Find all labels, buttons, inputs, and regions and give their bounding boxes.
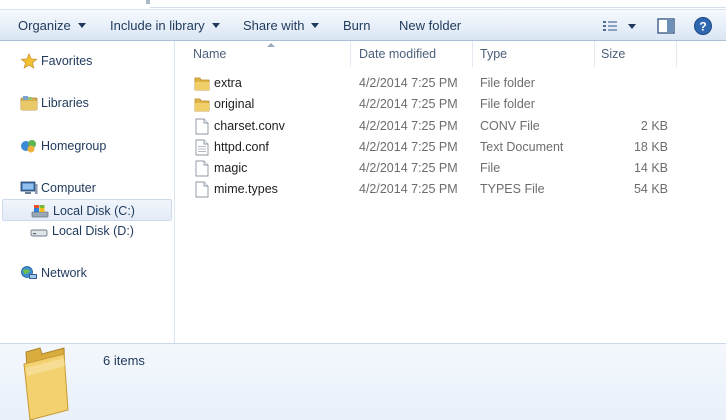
file-type: File (480, 161, 501, 175)
sort-ascending-icon (267, 43, 275, 47)
file-size: 54 KB (633, 182, 668, 196)
file-type: File folder (480, 76, 535, 90)
folder-icon (194, 77, 210, 91)
file-name: charset.conv (214, 119, 285, 133)
window-top-strip (0, 0, 726, 9)
document-icon (195, 160, 209, 177)
nav-local-disk-c-label: Local Disk (C:) (53, 204, 135, 218)
star-icon (20, 53, 38, 69)
column-divider[interactable] (472, 41, 473, 67)
chevron-down-icon (211, 23, 220, 29)
chevron-down-icon (77, 23, 86, 29)
folder-icon (194, 98, 210, 112)
organize-button[interactable]: Organize (18, 10, 86, 41)
file-date-modified: 4/2/2014 7:25 PM (359, 76, 458, 90)
large-folder-icon (23, 347, 69, 420)
window-top-edge (150, 0, 726, 8)
view-list-icon (603, 21, 636, 31)
column-header-type[interactable]: Type (480, 41, 507, 67)
file-type: CONV File (480, 119, 540, 133)
file-date-modified: 4/2/2014 7:25 PM (359, 119, 458, 133)
file-row-extra[interactable]: extra 4/2/2014 7:25 PM File folder (176, 73, 726, 94)
system-drive-icon (31, 205, 49, 218)
document-icon (195, 118, 209, 135)
file-size: 14 KB (633, 161, 668, 175)
command-bar: Organize Include in library Share with B… (0, 9, 726, 41)
nav-computer-label: Computer (41, 181, 96, 195)
help-icon: ? (694, 17, 712, 35)
preview-pane-button[interactable] (656, 15, 676, 37)
file-name: original (214, 97, 255, 111)
share-with-label: Share with (243, 18, 305, 33)
column-header-name[interactable]: Name (193, 41, 226, 67)
file-list: Name Date modified Type Size extra 4/2/2… (176, 41, 726, 343)
share-with-button[interactable]: Share with (243, 10, 320, 41)
burn-label: Burn (343, 18, 371, 33)
nav-network[interactable]: Network (0, 262, 175, 284)
file-name: httpd.conf (214, 140, 269, 154)
nav-computer[interactable]: Computer (0, 177, 175, 199)
network-icon (21, 266, 37, 279)
file-row-mime-types[interactable]: mime.types 4/2/2014 7:25 PM TYPES File 5… (176, 179, 726, 200)
navigation-pane: Favorites Libraries Homegroup Computer L… (0, 41, 175, 343)
nav-local-disk-d[interactable]: Local Disk (D:) (0, 220, 175, 242)
file-date-modified: 4/2/2014 7:25 PM (359, 140, 458, 154)
file-name: magic (214, 161, 248, 175)
file-name: mime.types (214, 182, 278, 196)
file-row-charset-conv[interactable]: charset.conv 4/2/2014 7:25 PM CONV File … (176, 116, 726, 137)
nav-homegroup-label: Homegroup (41, 139, 107, 153)
nav-favorites-label: Favorites (41, 54, 93, 68)
details-pane: 6 items (0, 343, 726, 420)
help-button[interactable]: ? (692, 15, 714, 37)
nav-network-label: Network (41, 266, 87, 280)
file-name: extra (214, 76, 242, 90)
svg-text:?: ? (699, 20, 706, 34)
nav-local-disk-c[interactable]: Local Disk (C:) (2, 199, 172, 221)
nav-local-disk-d-label: Local Disk (D:) (52, 224, 134, 238)
column-header-date-modified[interactable]: Date modified (359, 41, 436, 67)
column-divider[interactable] (594, 41, 595, 67)
file-row-original[interactable]: original 4/2/2014 7:25 PM File folder (176, 94, 726, 115)
file-type: Text Document (480, 140, 564, 154)
item-count: 6 items (103, 353, 145, 368)
homegroup-icon (21, 140, 36, 153)
new-folder-label: New folder (399, 18, 462, 33)
file-type: TYPES File (480, 182, 545, 196)
file-date-modified: 4/2/2014 7:25 PM (359, 97, 458, 111)
computer-icon (20, 181, 38, 194)
file-type: File folder (480, 97, 535, 111)
file-size: 18 KB (633, 140, 668, 154)
column-header-size[interactable]: Size (601, 41, 625, 67)
nav-homegroup[interactable]: Homegroup (0, 135, 175, 157)
column-divider[interactable] (350, 41, 351, 67)
nav-libraries[interactable]: Libraries (0, 92, 175, 114)
change-view-button[interactable] (602, 15, 638, 37)
burn-button[interactable]: Burn (343, 10, 370, 41)
text-document-icon (195, 139, 209, 156)
file-row-httpd-conf[interactable]: httpd.conf 4/2/2014 7:25 PM Text Documen… (176, 137, 726, 158)
nav-libraries-label: Libraries (41, 96, 89, 110)
include-in-library-label: Include in library (110, 18, 205, 33)
file-date-modified: 4/2/2014 7:25 PM (359, 161, 458, 175)
preview-pane-icon (657, 18, 675, 34)
organize-label: Organize (18, 18, 71, 33)
new-folder-button[interactable]: New folder (399, 10, 461, 41)
file-size: 2 KB (640, 119, 668, 133)
nav-favorites[interactable]: Favorites (0, 50, 175, 72)
include-in-library-button[interactable]: Include in library (110, 10, 220, 41)
file-date-modified: 4/2/2014 7:25 PM (359, 182, 458, 196)
chevron-down-icon (311, 23, 320, 29)
drive-icon (30, 229, 48, 237)
file-row-magic[interactable]: magic 4/2/2014 7:25 PM File 14 KB (176, 158, 726, 179)
document-icon (195, 181, 209, 198)
libraries-icon (20, 96, 38, 111)
column-divider[interactable] (676, 41, 677, 67)
